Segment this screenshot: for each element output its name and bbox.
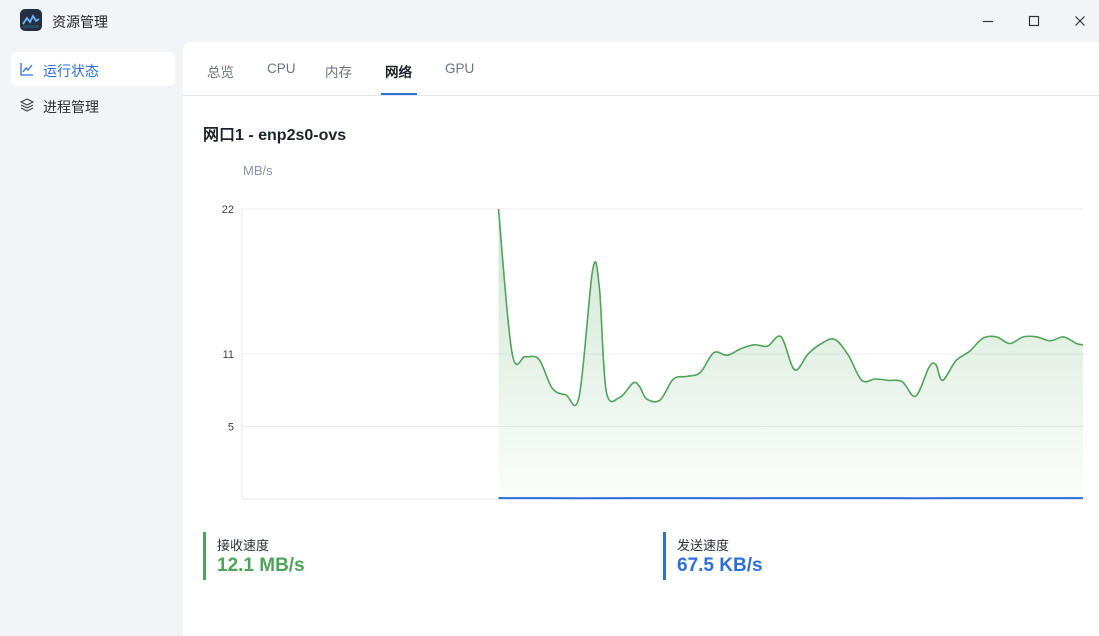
title-bar: 资源管理 (0, 0, 1099, 42)
line-chart-icon (20, 63, 33, 76)
receive-speed-stat: 接收速度 12.1 MB/s (203, 532, 623, 580)
send-speed-label: 发送速度 (677, 538, 730, 553)
send-speed-stat: 发送速度 67.5 KB/s (663, 532, 1083, 580)
network-speed-chart: 22 11 5 (222, 204, 1084, 500)
sidebar: 运行状态 进程管理 (0, 42, 183, 636)
tab-network[interactable]: 网络 (385, 61, 412, 81)
sidebar-item-label: 运行状态 (43, 63, 99, 79)
tab-overview[interactable]: 总览 (207, 61, 234, 81)
layers-icon (20, 98, 34, 112)
receive-speed-label: 接收速度 (217, 538, 270, 553)
send-color-bar (663, 532, 666, 580)
close-icon (1075, 16, 1085, 26)
tab-bar: 总览 CPU 内存 网络 GPU (183, 42, 1099, 96)
tab-memory[interactable]: 内存 (325, 61, 352, 81)
receive-color-bar (203, 532, 206, 580)
main-panel: 总览 CPU 内存 网络 GPU 网口1 - enp2s0-ovs MB/s 2… (183, 42, 1099, 636)
tab-cpu[interactable]: CPU (267, 61, 296, 76)
y-tick-label: 5 (228, 422, 234, 434)
minimize-button[interactable] (971, 6, 1005, 36)
y-tick-label: 22 (222, 204, 234, 216)
sidebar-item-processes[interactable]: 进程管理 (11, 88, 175, 122)
sidebar-item-label: 进程管理 (43, 99, 99, 115)
maximize-button[interactable] (1017, 6, 1051, 36)
y-tick-label: 11 (223, 349, 234, 361)
minimize-icon (983, 20, 993, 23)
maximize-icon (1028, 15, 1040, 27)
tab-gpu[interactable]: GPU (445, 61, 474, 76)
receive-speed-value: 12.1 MB/s (217, 555, 305, 576)
y-axis-unit: MB/s (243, 163, 273, 178)
interface-title: 网口1 - enp2s0-ovs (203, 127, 347, 144)
window-title: 资源管理 (52, 14, 108, 30)
resource-monitor-icon (20, 9, 42, 31)
send-speed-value: 67.5 KB/s (677, 555, 763, 576)
sidebar-item-status[interactable]: 运行状态 (11, 52, 175, 86)
active-tab-indicator (381, 93, 417, 95)
close-button[interactable] (1063, 6, 1097, 36)
